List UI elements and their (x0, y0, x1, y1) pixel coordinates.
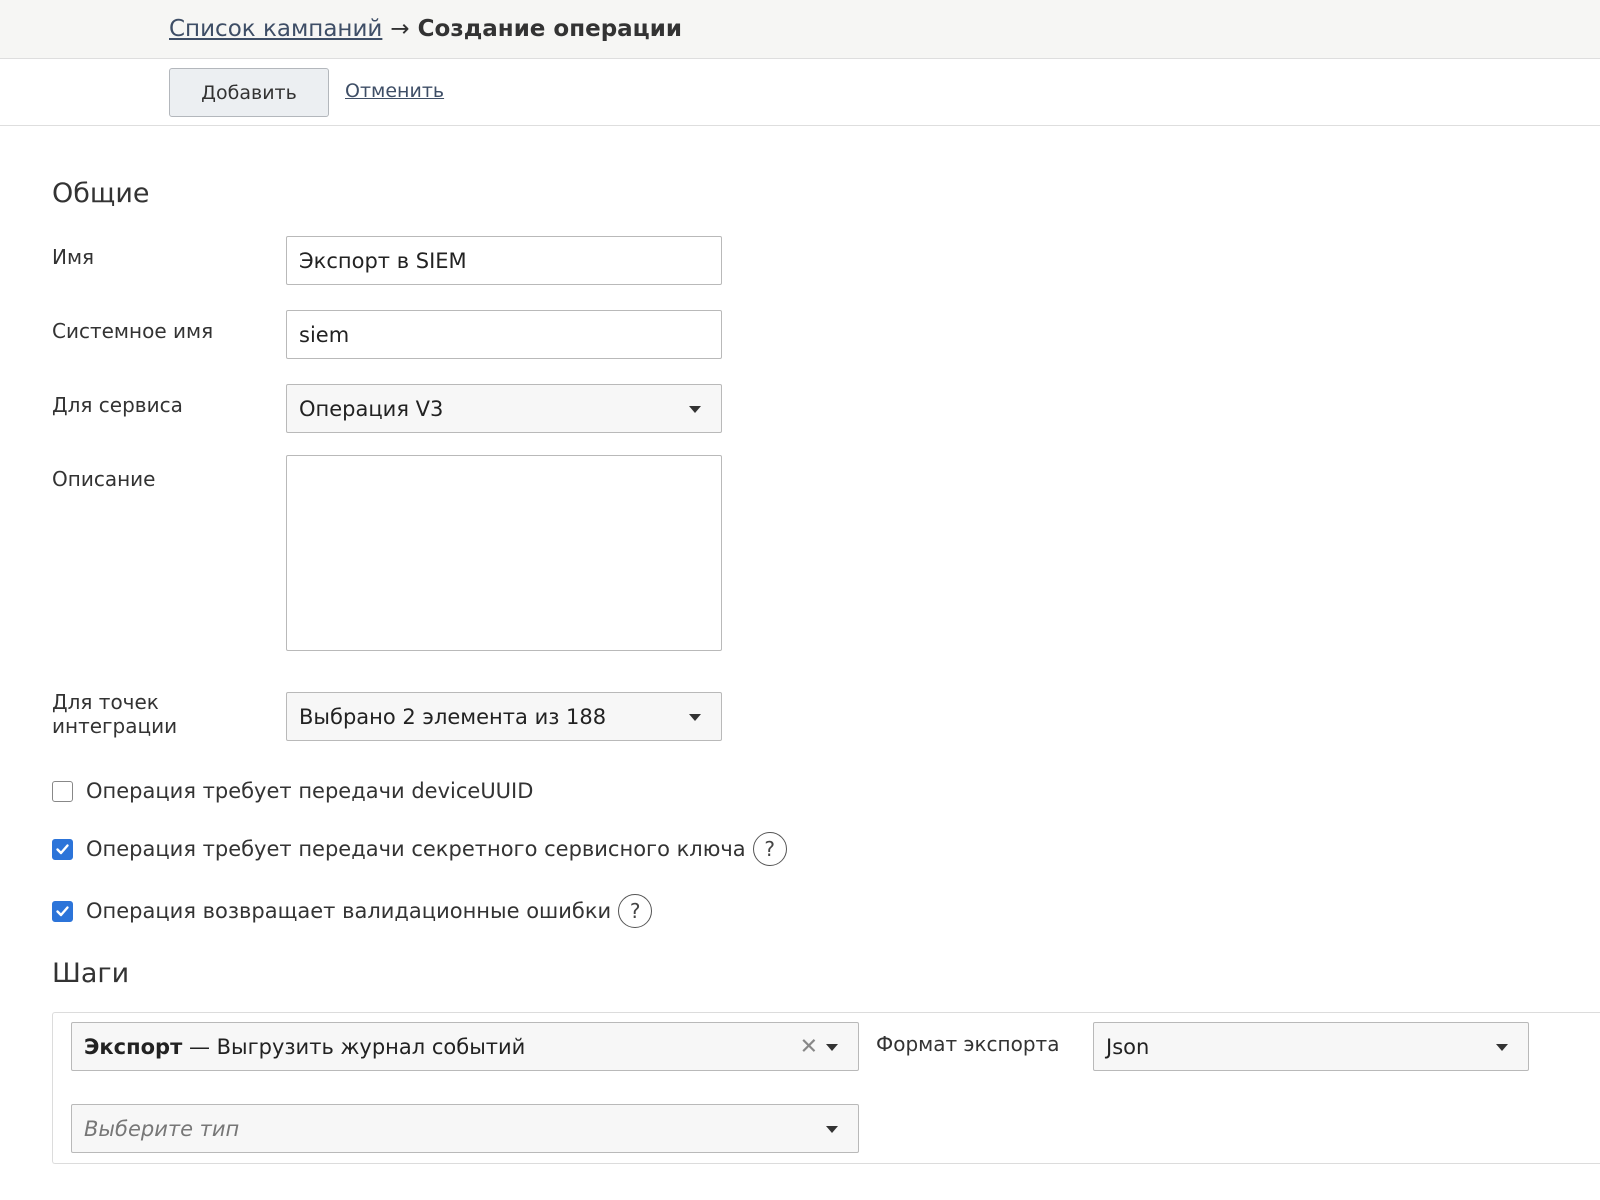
export-format-value: Json (1106, 1034, 1150, 1059)
checkmark-icon (56, 843, 69, 854)
page-header: Список кампаний → Создание операции (0, 0, 1600, 59)
export-format-label: Формат экспорта (876, 1032, 1060, 1056)
step-type-name: Экспорт (84, 1034, 183, 1059)
chevron-down-icon (826, 1125, 838, 1133)
name-label: Имя (52, 245, 95, 269)
option-device-uuid[interactable]: Операция требует передачи deviceUUID (52, 779, 533, 803)
integration-points-select-value: Выбрано 2 элемента из 188 (299, 704, 607, 729)
new-step-placeholder: Выберите тип (84, 1116, 240, 1141)
option-label: Операция возвращает валидационные ошибки (86, 899, 612, 923)
description-label: Описание (52, 467, 156, 491)
toolbar: Добавить Отменить (0, 60, 1600, 126)
service-select[interactable]: Операция V3 (286, 384, 722, 433)
description-textarea[interactable] (286, 455, 722, 651)
service-label: Для сервиса (52, 393, 183, 417)
checkmark-icon (56, 905, 69, 916)
step-type-description: — Выгрузить журнал событий (182, 1034, 526, 1059)
integration-points-select[interactable]: Выбрано 2 элемента из 188 (286, 692, 722, 741)
option-secret-key[interactable]: Операция требует передачи секретного сер… (52, 832, 787, 866)
validation-errors-checkbox[interactable] (52, 900, 73, 922)
system-name-input[interactable]: siem (286, 310, 722, 359)
breadcrumb: Список кампаний → Создание операции (169, 13, 682, 45)
section-title-steps: Шаги (52, 958, 130, 989)
device-uuid-checkbox[interactable] (52, 780, 73, 802)
system-name-label: Системное имя (52, 319, 214, 343)
help-icon[interactable]: ? (618, 894, 653, 928)
option-label: Операция требует передачи секретного сер… (86, 837, 746, 861)
service-select-value: Операция V3 (299, 396, 444, 421)
chevron-down-icon (1496, 1043, 1508, 1051)
integration-points-label: Для точек интеграции (52, 690, 178, 738)
export-format-select[interactable]: Json (1093, 1022, 1529, 1071)
secret-key-checkbox[interactable] (52, 838, 73, 860)
help-icon[interactable]: ? (752, 832, 787, 866)
clear-icon[interactable]: ✕ (800, 1034, 818, 1059)
page-title: Создание операции (417, 16, 682, 42)
option-validation-errors[interactable]: Операция возвращает валидационные ошибки… (52, 894, 653, 928)
section-title-general: Общие (52, 178, 150, 209)
chevron-down-icon (689, 405, 701, 413)
cancel-link[interactable]: Отменить (345, 80, 444, 102)
add-button[interactable]: Добавить (169, 68, 329, 117)
chevron-down-icon (826, 1043, 838, 1051)
steps-panel: Экспорт — Выгрузить журнал событий ✕ Фор… (52, 1012, 1600, 1164)
name-input[interactable]: Экспорт в SIEM (286, 236, 722, 285)
chevron-down-icon (689, 713, 701, 721)
option-label: Операция требует передачи deviceUUID (86, 779, 534, 803)
step-type-select[interactable]: Экспорт — Выгрузить журнал событий ✕ (71, 1022, 859, 1071)
new-step-type-select[interactable]: Выберите тип (71, 1104, 859, 1153)
breadcrumb-campaign-list-link[interactable]: Список кампаний (169, 16, 382, 42)
breadcrumb-separator: → (390, 16, 410, 42)
